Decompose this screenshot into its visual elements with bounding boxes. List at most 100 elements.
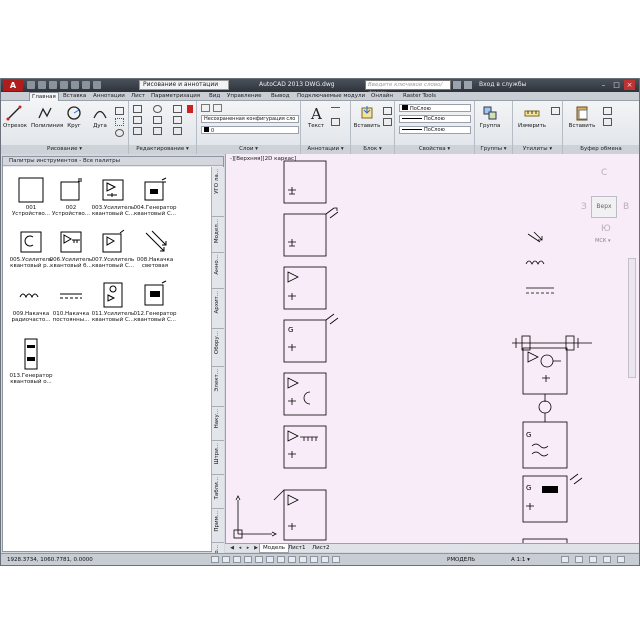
save-icon[interactable]: [49, 81, 57, 89]
measure-button[interactable]: Измерить: [517, 105, 547, 129]
layers-panel-title[interactable]: Слои ▾: [197, 145, 300, 154]
ducs-icon[interactable]: [277, 556, 285, 563]
viewcube[interactable]: С З В Верх Ю МСК ▾: [581, 166, 633, 248]
lineweight-select[interactable]: ПоСлою: [399, 126, 471, 134]
properties-panel-title[interactable]: Свойства ▾: [395, 145, 474, 154]
drawing-area[interactable]: -][Верхняя][2D каркас] G G G С З В Верх …: [225, 154, 639, 543]
draw-panel-title[interactable]: Рисование ▾: [1, 145, 128, 154]
layer-state-select[interactable]: Несохраненная конфигурация сло: [201, 115, 299, 123]
tool-item[interactable]: 004.Генератор квантовый С...: [133, 177, 177, 217]
clean-screen-icon[interactable]: [617, 556, 625, 563]
arc-button[interactable]: Дуга: [89, 105, 111, 129]
tab-raster-tools[interactable]: Raster Tools: [401, 92, 438, 101]
tab-annotate[interactable]: Аннотации: [91, 92, 127, 101]
mirror-icon[interactable]: [153, 116, 162, 124]
palette-tab[interactable]: Анно...: [212, 253, 224, 289]
tab-online[interactable]: Онлайн: [369, 92, 395, 101]
tool-item[interactable]: 005.Усилитель квантовый р...: [9, 229, 53, 269]
tab-parametric[interactable]: Параметризация: [149, 92, 202, 101]
tool-item[interactable]: 010.Накачка постоянны...: [49, 283, 93, 323]
palette-tab[interactable]: Модел...: [212, 217, 224, 253]
dyn-icon[interactable]: [288, 556, 296, 563]
palette-tab[interactable]: УГО ла...: [212, 167, 224, 217]
new-file-icon[interactable]: [27, 81, 35, 89]
tool-item[interactable]: 011.Усилитель квантовый С...: [91, 279, 135, 323]
tool-item[interactable]: 002 Устройство...: [49, 177, 93, 217]
login-link[interactable]: Вход в службы: [479, 81, 526, 88]
minimize-button[interactable]: –: [598, 80, 609, 90]
tool-item[interactable]: 007.Усилитель квантовый С...: [91, 229, 135, 269]
app-menu-button[interactable]: A: [3, 80, 23, 91]
tab-plugins[interactable]: Подключаемые модули: [295, 92, 367, 101]
lock-icon[interactable]: [575, 556, 583, 563]
model-space-toggle[interactable]: РМОДЕЛЬ: [447, 557, 475, 563]
linetype-select[interactable]: ПоСлою: [399, 115, 471, 123]
viewcube-top-face[interactable]: Верх: [591, 196, 617, 218]
create-block-icon[interactable]: [383, 107, 392, 115]
osnap-icon[interactable]: [255, 556, 263, 563]
symbol-block-4[interactable]: [283, 313, 339, 363]
tab-view[interactable]: Вид: [207, 92, 222, 101]
table-icon[interactable]: [331, 118, 340, 126]
compass-west[interactable]: З: [581, 202, 587, 212]
group-button[interactable]: Группа: [477, 105, 503, 129]
symbol-block-3[interactable]: [283, 266, 327, 310]
tool-item[interactable]: 001 Устройство...: [9, 177, 53, 217]
light-pump-symbol[interactable]: [527, 231, 543, 243]
palette-header[interactable]: Палитры инструментов - Все палитры: [3, 157, 223, 166]
symbol-block-5[interactable]: [283, 372, 327, 416]
layer-properties-icon[interactable]: [201, 104, 210, 112]
generator-block-2[interactable]: [522, 473, 583, 523]
cut-icon[interactable]: [603, 107, 612, 115]
stretch-icon[interactable]: [133, 127, 142, 135]
rotate-icon[interactable]: [153, 105, 162, 113]
dimension-icon[interactable]: [331, 107, 340, 115]
hardware-accel-icon[interactable]: [603, 556, 611, 563]
tool-item[interactable]: 006.Усилитель квантовый б...: [49, 229, 93, 269]
palette-tab[interactable]: Табли...: [212, 475, 224, 509]
layer-state-icon[interactable]: [213, 104, 222, 112]
palette-tab[interactable]: Архит...: [212, 289, 224, 329]
polyline-button[interactable]: Полилиния: [31, 105, 63, 129]
palette-tab[interactable]: Элект...: [212, 367, 224, 407]
tab-home[interactable]: Главная: [29, 92, 59, 101]
symbol-block-6[interactable]: [283, 425, 327, 469]
copy-clip-icon[interactable]: [603, 118, 612, 126]
groups-panel-title[interactable]: Группы ▾: [475, 145, 512, 154]
erase-icon[interactable]: [187, 105, 193, 113]
workspace-switch-icon[interactable]: [561, 556, 569, 563]
transparency-icon[interactable]: [310, 556, 318, 563]
compass-east[interactable]: В: [623, 202, 629, 212]
symbol-block-7[interactable]: [273, 489, 327, 541]
line-button[interactable]: Отрезок: [3, 105, 27, 129]
navigation-bar[interactable]: [628, 258, 636, 378]
compass-south[interactable]: Ю: [601, 224, 611, 234]
compass-north[interactable]: С: [601, 168, 607, 178]
next-layout-icon[interactable]: ▸: [245, 545, 251, 551]
scale-icon[interactable]: [153, 127, 162, 135]
palette-tab[interactable]: Наку...: [212, 407, 224, 441]
ellipse-icon[interactable]: [115, 129, 124, 137]
close-button[interactable]: ×: [624, 80, 635, 90]
tool-item[interactable]: 013.Генератор квантовый о...: [9, 337, 53, 385]
palette-tab[interactable]: Штри...: [212, 441, 224, 475]
save-as-icon[interactable]: [60, 81, 68, 89]
tool-item[interactable]: 009.Накачка радиочасто...: [9, 283, 53, 323]
open-file-icon[interactable]: [38, 81, 46, 89]
color-select[interactable]: ПоСлою: [399, 104, 471, 112]
array-icon[interactable]: [173, 127, 182, 135]
undo-icon[interactable]: [82, 81, 90, 89]
circle-button[interactable]: Круг: [63, 105, 85, 129]
ortho-icon[interactable]: [233, 556, 241, 563]
sc-icon[interactable]: [332, 556, 340, 563]
search-icon[interactable]: [453, 81, 461, 89]
first-layout-icon[interactable]: ◀: [229, 545, 235, 551]
annotation-scale[interactable]: А 1:1 ▾: [511, 557, 530, 563]
trim-icon[interactable]: [173, 105, 182, 113]
isolate-icon[interactable]: [589, 556, 597, 563]
qp-icon[interactable]: [321, 556, 329, 563]
edit-block-icon[interactable]: [383, 118, 392, 126]
grid-icon[interactable]: [222, 556, 230, 563]
tab-sheet2[interactable]: Лист2: [309, 544, 332, 553]
utilities-panel-title[interactable]: Утилиты ▾: [513, 145, 562, 154]
